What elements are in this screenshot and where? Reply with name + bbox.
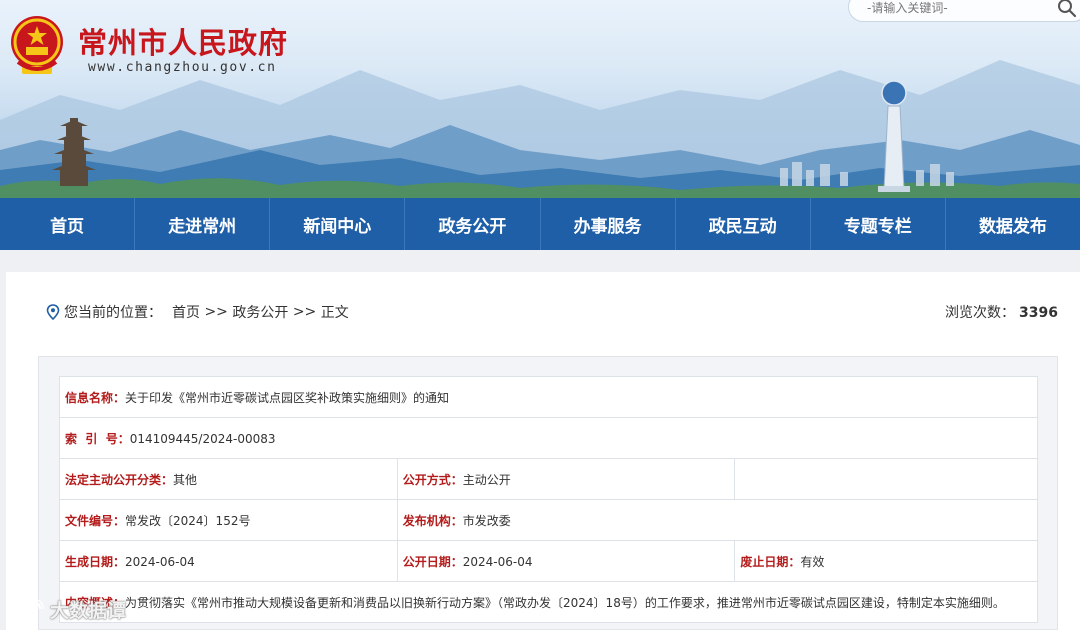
nav-item-news[interactable]: 新闻中心	[270, 198, 406, 250]
info-category-value: 其他	[173, 472, 198, 487]
main-content: 您当前的位置： 首页 >> 政务公开 >> 正文 浏览次数： 3396 信息名称：…	[6, 272, 1080, 630]
breadcrumb-separator: >>	[200, 304, 233, 320]
national-emblem-icon	[11, 16, 63, 74]
location-pin-icon	[46, 304, 60, 320]
watermark: 大数据谭	[8, 596, 126, 623]
info-published-label: 公开日期：	[402, 554, 463, 569]
breadcrumb: 您当前的位置： 首页 >> 政务公开 >> 正文	[46, 302, 349, 322]
table-row: 信息名称：关于印发《常州市近零碳试点园区奖补政策实施细则》的通知	[59, 376, 1038, 418]
info-title-value: 关于印发《常州市近零碳试点园区奖补政策实施细则》的通知	[125, 390, 450, 405]
search-icon[interactable]	[1057, 0, 1077, 18]
info-issuer-label: 发布机构：	[402, 513, 463, 528]
breadcrumb-prefix: 您当前的位置：	[64, 305, 162, 321]
info-index-label: 索 引 号：	[65, 431, 130, 446]
info-index-value: 014109445/2024-00083	[129, 431, 276, 446]
table-row: 法定主动公开分类：其他 公开方式：主动公开	[59, 458, 1038, 500]
site-title: 常州市人民政府	[78, 26, 289, 60]
search-input[interactable]	[867, 1, 1047, 15]
table-row: 生成日期：2024-06-04 公开日期：2024-06-04 废止日期：有效	[59, 540, 1038, 582]
info-title-cell: 信息名称：关于印发《常州市近零碳试点园区奖补政策实施细则》的通知	[59, 376, 1038, 418]
info-published-value: 2024-06-04	[462, 554, 533, 569]
main-nav: 首页 走进常州 新闻中心 政务公开 办事服务 政民互动 专题专栏 数据发布	[0, 198, 1080, 250]
info-issuer-value: 市发改委	[462, 513, 511, 528]
nav-item-about[interactable]: 走进常州	[135, 198, 271, 250]
nav-item-topics[interactable]: 专题专栏	[811, 198, 946, 250]
table-row: 索 引 号：014109445/2024-00083	[59, 417, 1038, 459]
table-row: 内容概述：为贯彻落实《常州市推动大规模设备更新和消费品以旧换新行动方案》（常政办…	[59, 581, 1038, 623]
info-published-cell: 公开日期：2024-06-04	[396, 540, 736, 582]
info-method-value: 主动公开	[462, 472, 511, 487]
site-url: www.changzhou.gov.cn	[88, 60, 277, 75]
view-counter: 浏览次数： 3396	[945, 302, 1058, 322]
info-summary-cell: 内容概述：为贯彻落实《常州市推动大规模设备更新和消费品以旧换新行动方案》（常政办…	[59, 581, 1038, 623]
table-row: 文件编号：常发改〔2024〕152号 发布机构：市发改委	[59, 499, 1039, 541]
info-category-cell: 法定主动公开分类：其他	[59, 458, 398, 500]
nav-item-data[interactable]: 数据发布	[946, 198, 1080, 250]
info-created-label: 生成日期：	[65, 554, 126, 569]
info-title-label: 信息名称：	[65, 390, 126, 405]
header-banner: 常州市人民政府 www.changzhou.gov.cn	[0, 0, 1080, 198]
nav-item-gov-affairs[interactable]: 政务公开	[405, 198, 541, 250]
nav-item-services[interactable]: 办事服务	[541, 198, 676, 250]
weibo-icon	[10, 598, 44, 620]
breadcrumb-current: 正文	[320, 305, 349, 321]
breadcrumb-gov-affairs[interactable]: 政务公开	[232, 302, 288, 322]
info-method-cell: 公开方式：主动公开	[396, 458, 736, 500]
breadcrumb-home[interactable]: 首页	[172, 302, 200, 322]
info-docno-label: 文件编号：	[65, 513, 126, 528]
search-box[interactable]	[848, 0, 1080, 22]
info-docno-cell: 文件编号：常发改〔2024〕152号	[59, 499, 398, 541]
info-repeal-value: 有效	[800, 554, 825, 569]
view-count-value: 3396	[1019, 305, 1058, 321]
info-empty-cell	[734, 458, 1038, 500]
info-repeal-label: 废止日期：	[740, 554, 801, 569]
info-category-label: 法定主动公开分类：	[65, 472, 174, 487]
info-issuer-cell: 发布机构：市发改委	[396, 499, 1039, 541]
info-created-value: 2024-06-04	[125, 554, 195, 569]
info-docno-value: 常发改〔2024〕152号	[125, 513, 251, 528]
watermark-text: 大数据谭	[50, 600, 127, 622]
info-repeal-cell: 废止日期：有效	[734, 540, 1038, 582]
nav-item-home[interactable]: 首页	[0, 198, 136, 250]
document-info-box: 信息名称：关于印发《常州市近零碳试点园区奖补政策实施细则》的通知 索 引 号：0…	[38, 356, 1058, 630]
document-info-table: 信息名称：关于印发《常州市近零碳试点园区奖补政策实施细则》的通知 索 引 号：0…	[59, 376, 1039, 623]
info-summary-value: 为贯彻落实《常州市推动大规模设备更新和消费品以旧换新行动方案》（常政办发〔202…	[125, 595, 1005, 610]
nav-item-interaction[interactable]: 政民互动	[676, 198, 811, 250]
info-method-label: 公开方式：	[402, 472, 463, 487]
info-created-cell: 生成日期：2024-06-04	[59, 540, 398, 582]
breadcrumb-separator: >>	[288, 304, 321, 320]
info-index-cell: 索 引 号：014109445/2024-00083	[59, 417, 1038, 459]
view-count-label: 浏览次数：	[945, 305, 1016, 321]
